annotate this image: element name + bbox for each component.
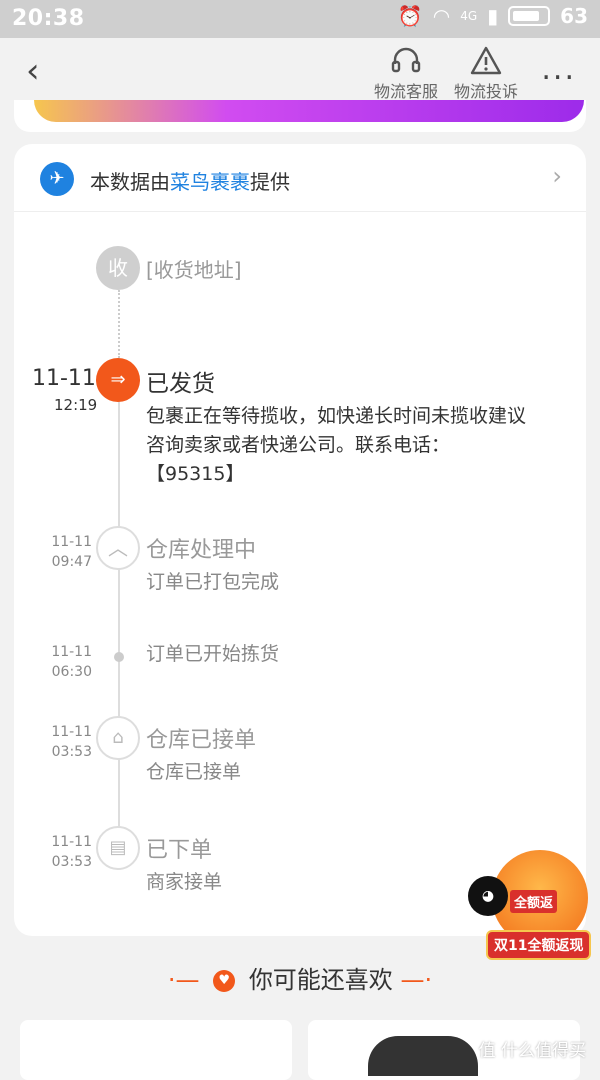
promo-badge-text: 全额返 (510, 890, 558, 913)
recommend-header: ·— ♥ 你可能还喜欢 —· (0, 960, 600, 1010)
provider-text: 本数据由菜鸟裹裹提供 (90, 166, 290, 195)
more-button[interactable]: ... (541, 52, 576, 87)
logistics-service-label: 物流客服 (373, 82, 438, 101)
event-clock: 03:53 (51, 744, 92, 760)
event-desc: 订单已打包完成 (146, 571, 280, 593)
event-desc: 仓库已接单 (146, 761, 242, 783)
warehouse-icon: ⌂ (96, 716, 140, 760)
more-icon: ... (541, 52, 576, 87)
event-date: 11-11 (51, 644, 92, 660)
logistics-complaint-button[interactable]: 物流投诉 (450, 44, 522, 102)
event-desc: 订单已开始拣货 (146, 643, 280, 665)
status-time: 20:38 (12, 6, 85, 31)
event-desc: 商家接单 (146, 871, 223, 893)
signal-icon: ▮ (487, 4, 499, 28)
event-desc: 包裹正在等待揽收，如快递长时间未揽收建议咨询卖家或者快递公司。联系电话：【953… (146, 405, 527, 485)
event-time: 11-11 09:47 (42, 532, 92, 572)
event-date: 11-11 (32, 366, 96, 391)
divider-left: ·— (167, 966, 200, 994)
logistics-service-button[interactable]: 物流客服 (370, 44, 442, 102)
order-icon: ▤ (96, 826, 140, 870)
event-title: 仓库已接单 (146, 728, 257, 753)
cainiao-logo-icon: ✈ (40, 162, 74, 196)
receive-badge-text: 收 (108, 256, 128, 280)
event-time: 11-11 03:53 (42, 722, 92, 762)
event-title: 仓库处理中 (146, 538, 257, 563)
watermark: 值 什么值得买 (478, 1041, 586, 1061)
shipped-icon: ⇒ (96, 358, 140, 402)
warning-icon (450, 44, 522, 78)
promo-badge[interactable]: ◕ 全额返 双11全额返现 (466, 850, 594, 962)
wifi-icon: ◠ (432, 4, 451, 28)
event-date: 11-11 (51, 834, 92, 850)
back-button[interactable]: ‹ (26, 54, 40, 88)
product-image (368, 1036, 478, 1076)
event-clock: 09:47 (51, 554, 92, 570)
logistics-complaint-label: 物流投诉 (453, 82, 518, 101)
divider-right: —· (400, 966, 433, 994)
chevron-right-icon: › (552, 162, 562, 190)
provider-suffix: 提供 (250, 170, 290, 194)
headset-icon (370, 44, 442, 78)
heart-icon: ♥ (213, 970, 236, 992)
promo-label: 双11全额返现 (486, 930, 592, 960)
banner-image (34, 100, 584, 122)
banner-strip (14, 100, 586, 132)
timeline-line (118, 398, 120, 858)
provider-row[interactable]: ✈ 本数据由菜鸟裹裹提供 › (14, 144, 586, 212)
provider-prefix: 本数据由 (90, 170, 170, 194)
status-icons: ⏰ ◠ 4G ▮ 63 (398, 4, 588, 28)
battery-level: 63 (560, 4, 588, 28)
receive-address: [收货地址] (146, 258, 242, 282)
receive-badge: 收 (96, 246, 140, 290)
timeline-line-dotted (118, 290, 120, 358)
chevron-left-icon: ‹ (26, 51, 40, 91)
chevron-up-icon: ︿ (96, 526, 140, 570)
event-time: 12:19 (54, 396, 98, 414)
network-label: 4G (460, 9, 478, 23)
battery-icon (508, 6, 551, 26)
recommend-title: 你可能还喜欢 (248, 966, 393, 994)
event-date: 11-11 (51, 534, 92, 550)
event-clock: 03:53 (51, 854, 92, 870)
provider-name: 菜鸟裹裹 (170, 170, 250, 194)
status-bar: 20:38 ⏰ ◠ 4G ▮ 63 (0, 0, 600, 38)
product-card[interactable] (20, 1020, 292, 1080)
event-date: 11-11 (51, 724, 92, 740)
event-title: 已发货 (146, 371, 215, 397)
event-time: 11-11 03:53 (42, 832, 92, 872)
timeline-dot (114, 652, 124, 662)
event-clock: 06:30 (51, 664, 92, 680)
event-title: 已下单 (146, 838, 213, 863)
event-time: 11-11 06:30 (42, 642, 92, 682)
tmall-cat-icon: ◕ (468, 876, 508, 916)
logistics-card: ✈ 本数据由菜鸟裹裹提供 › 收 [收货地址] 11-11 12:19 ⇒ 已发… (14, 144, 586, 936)
alarm-icon: ⏰ (397, 4, 423, 28)
